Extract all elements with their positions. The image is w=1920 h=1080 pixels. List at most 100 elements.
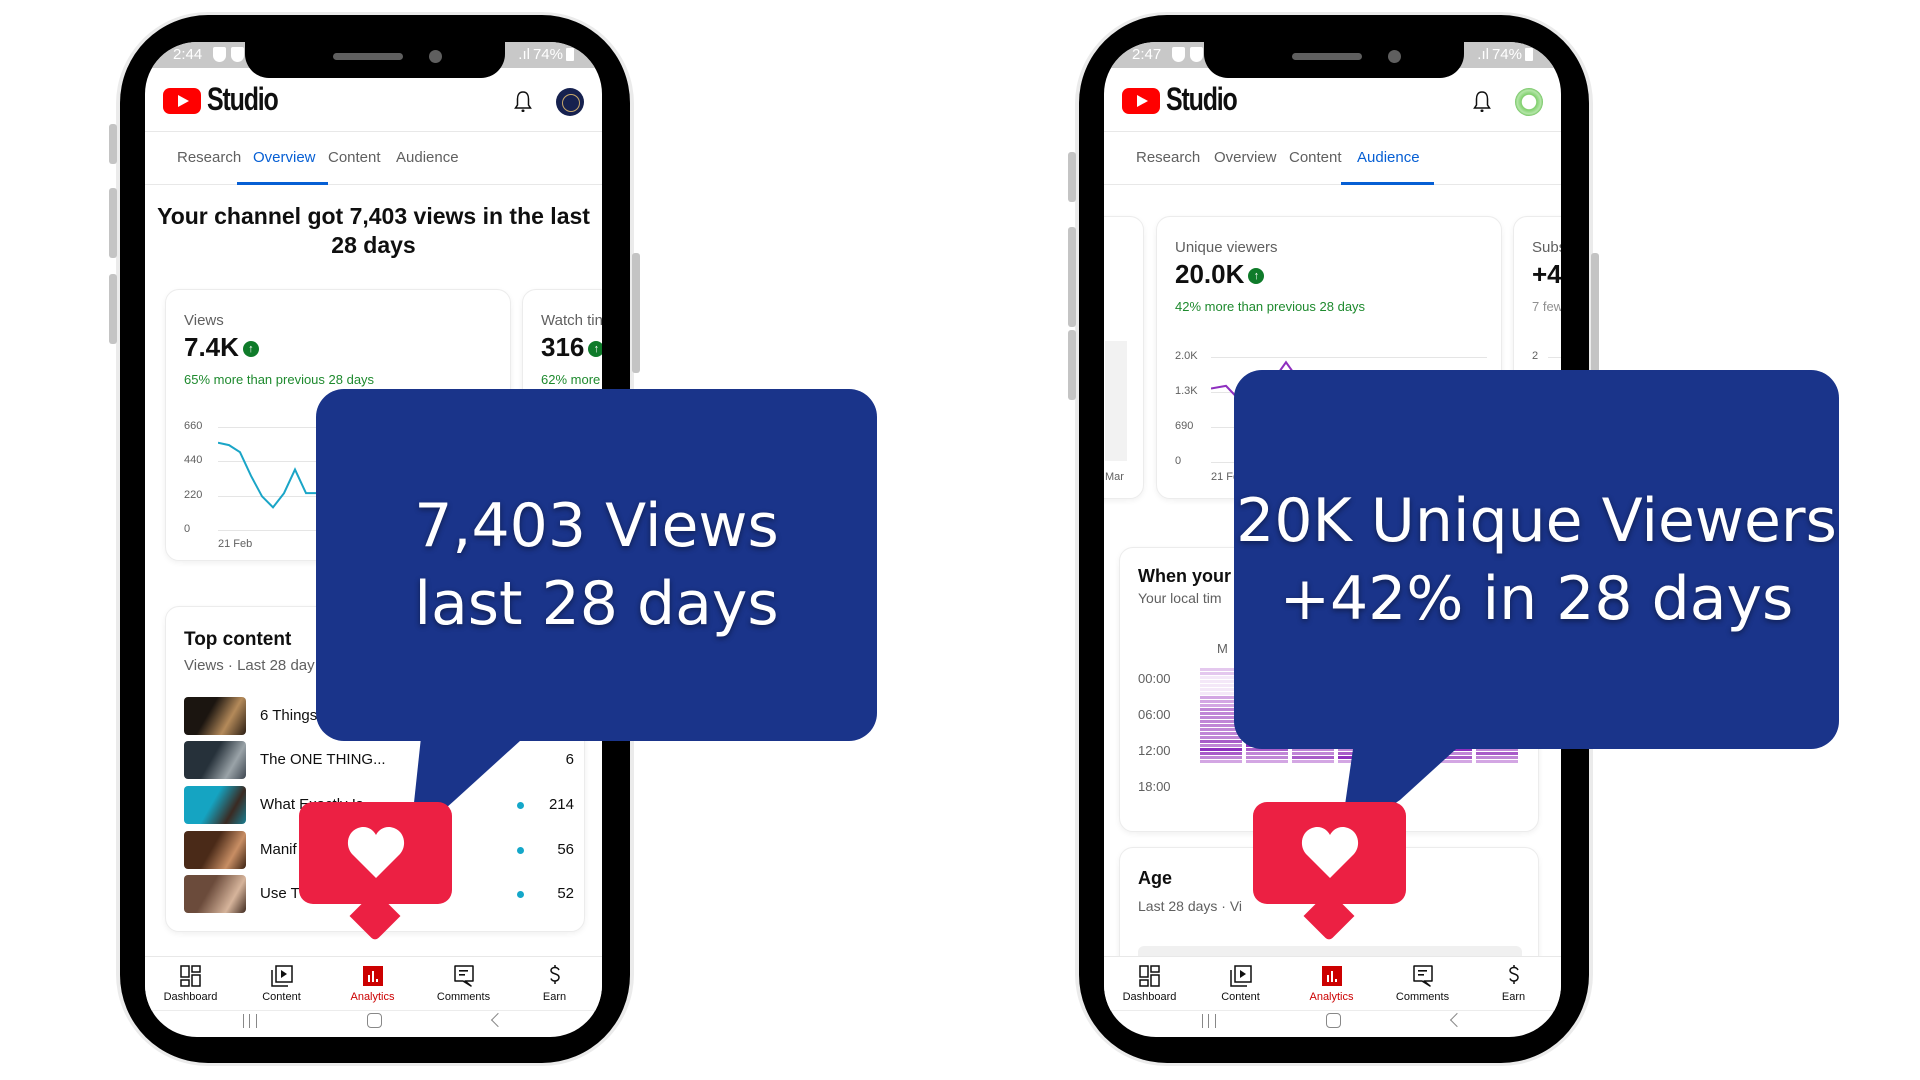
callout-text: 7,403 Views last 28 days <box>414 487 778 643</box>
home-icon[interactable] <box>367 1013 382 1028</box>
system-nav <box>1104 1012 1561 1037</box>
dashboard-icon <box>1139 965 1160 987</box>
nav-label: Comments <box>1395 991 1450 1003</box>
metric-value: 7.4K ↑ <box>184 332 259 363</box>
y-tick: 220 <box>184 489 203 501</box>
active-tab-indicator <box>1341 182 1434 185</box>
series-dot <box>517 891 524 898</box>
metric-number: 20.0K <box>1175 259 1245 289</box>
metric-label: Subs <box>1532 239 1561 256</box>
y-tick: 660 <box>184 420 203 432</box>
avatar[interactable] <box>1515 88 1543 116</box>
heatmap-cell <box>1200 744 1242 747</box>
analytics-icon <box>1322 966 1342 986</box>
metric-value: +4 <box>1532 259 1561 289</box>
callout-line: 7,403 Views <box>414 491 779 561</box>
app-name: Studio <box>1166 81 1238 117</box>
shield-icon <box>231 47 244 62</box>
chart-area <box>1105 341 1127 461</box>
arrow-up-icon: ↑ <box>588 341 602 357</box>
nav-content[interactable]: Content <box>236 957 327 1012</box>
nav-label: Analytics <box>1309 991 1354 1003</box>
tab-overview[interactable]: Overview <box>253 149 316 166</box>
video-views: 52 <box>557 885 574 902</box>
side-button <box>632 253 640 373</box>
nav-label: Content <box>262 991 301 1003</box>
tab-bar: Research Overview Content Audience <box>1104 132 1561 185</box>
recents-icon[interactable] <box>1202 1014 1216 1028</box>
tab-bar: Research Overview Content Audience <box>145 132 602 185</box>
heatmap-cell <box>1246 752 1288 755</box>
hour-label: 12:00 <box>1138 743 1171 758</box>
viewers-callout: 20K Unique Viewers +42% in 28 days <box>1234 370 1839 749</box>
nav-analytics[interactable]: Analytics <box>327 957 418 1012</box>
nav-comments[interactable]: Comments <box>418 957 509 1012</box>
x-tick: Mar <box>1105 471 1124 483</box>
side-button <box>109 124 117 164</box>
heatmap-cell <box>1292 760 1334 763</box>
youtube-logo-icon <box>163 88 201 114</box>
recents-icon[interactable] <box>243 1014 257 1028</box>
tab-content[interactable]: Content <box>1289 149 1342 166</box>
nav-dashboard[interactable]: Dashboard <box>145 957 236 1012</box>
views-callout: 7,403 Views last 28 days <box>316 389 877 741</box>
section-subtitle: Views · Last 28 day <box>184 657 315 674</box>
nav-earn[interactable]: Earn <box>1468 957 1559 1012</box>
nav-analytics[interactable]: Analytics <box>1286 957 1377 1012</box>
side-button <box>109 188 117 258</box>
tab-overview[interactable]: Overview <box>1214 149 1277 166</box>
heatmap-cell <box>1200 756 1242 759</box>
nav-label: Earn <box>542 991 567 1003</box>
metric-value: 316 ↑ <box>541 332 602 363</box>
metric-delta: 7 few <box>1532 299 1561 314</box>
section-title: When your <box>1138 566 1231 586</box>
comments-icon <box>1413 965 1433 987</box>
nav-label: Content <box>1221 991 1260 1003</box>
system-nav <box>145 1012 602 1037</box>
shield-icon <box>213 47 226 62</box>
tab-research[interactable]: Research <box>1136 149 1200 166</box>
y-tick: 0 <box>184 523 191 535</box>
video-views: 56 <box>557 841 574 858</box>
status-right: .ıl 74% <box>1477 46 1533 63</box>
app-name: Studio <box>207 81 279 117</box>
active-tab-indicator <box>237 182 328 185</box>
tab-audience[interactable]: Audience <box>1357 149 1420 166</box>
heatmap-cell <box>1292 756 1334 759</box>
tab-research[interactable]: Research <box>177 149 241 166</box>
nav-comments[interactable]: Comments <box>1377 957 1468 1012</box>
back-icon[interactable] <box>1449 1012 1465 1028</box>
heatmap-cell <box>1292 752 1334 755</box>
heatmap-cell <box>1200 760 1242 763</box>
status-time: 2:44 <box>173 46 203 63</box>
status-right: .ıl 74% <box>518 46 574 63</box>
nav-dashboard[interactable]: Dashboard <box>1104 957 1195 1012</box>
side-button <box>1068 152 1076 202</box>
metric-delta: 62% more t <box>541 372 602 387</box>
previous-card[interactable]: Mar <box>1104 216 1144 499</box>
video-thumbnail <box>184 697 246 735</box>
battery-level: 74% <box>532 46 563 63</box>
metric-value: 20.0K ↑ <box>1175 259 1265 290</box>
tab-content[interactable]: Content <box>328 149 381 166</box>
nav-content[interactable]: Content <box>1195 957 1286 1012</box>
day-label: M <box>1217 641 1228 656</box>
bell-icon[interactable] <box>514 90 532 114</box>
side-button <box>109 274 117 344</box>
home-icon[interactable] <box>1326 1013 1341 1028</box>
metric-label: Unique viewers <box>1175 239 1278 256</box>
bell-icon[interactable] <box>1473 90 1491 114</box>
tab-audience[interactable]: Audience <box>396 149 459 166</box>
callout-text: 20K Unique Viewers +42% in 28 days <box>1236 482 1837 638</box>
back-icon[interactable] <box>490 1012 506 1028</box>
y-tick: 2 <box>1532 350 1539 362</box>
comments-icon <box>454 965 474 987</box>
y-tick: 0 <box>1175 455 1182 467</box>
section-title: Top content <box>184 629 292 650</box>
hour-label: 00:00 <box>1138 671 1171 686</box>
section-title: Age <box>1138 868 1173 888</box>
nav-earn[interactable]: Earn <box>509 957 600 1012</box>
avatar[interactable] <box>556 88 584 116</box>
nav-label: Dashboard <box>1122 991 1177 1003</box>
earn-icon <box>550 965 560 984</box>
